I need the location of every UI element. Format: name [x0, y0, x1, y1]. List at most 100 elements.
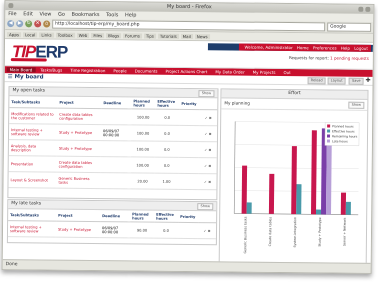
column-header[interactable]: Deadline	[101, 97, 132, 109]
column-header	[199, 98, 218, 110]
bookmark-item[interactable]: Toolbox	[55, 32, 75, 38]
stop-icon[interactable]: ✕	[34, 20, 42, 28]
bookmark-item[interactable]: Forums	[123, 32, 142, 39]
effort-chart-panel: Effort My planning Show Generic Business…	[218, 88, 369, 264]
row-actions-icon[interactable]: ✓ ✖	[198, 157, 217, 174]
reload-icon[interactable]: ↻	[25, 20, 33, 28]
request-line: Requests for report: 1 pending requests	[288, 55, 369, 61]
url-bar[interactable]: http://localhost/tip-erp/my_board.php	[52, 19, 326, 32]
back-icon[interactable]: ◀	[7, 20, 15, 28]
show-button[interactable]: Show	[198, 90, 215, 98]
table-row: Internal testing + software review Study…	[7, 220, 217, 239]
bookmark-item[interactable]: Apps	[7, 31, 21, 37]
show-button[interactable]: Show	[197, 203, 214, 211]
minimize-icon[interactable]	[358, 6, 364, 12]
row-actions-icon[interactable]: ✓ ✖	[198, 141, 217, 158]
window-title: My board - Firefox	[166, 3, 212, 11]
open-tasks-panel: My open tasks Show Task/Subtasks Project…	[7, 86, 219, 201]
tab-my-projects[interactable]: My Projects	[250, 70, 279, 75]
tab-people[interactable]: People	[110, 68, 129, 73]
row-actions-icon[interactable]: ✓ ✖	[199, 109, 218, 126]
column-header[interactable]: Project	[57, 96, 102, 109]
column-header[interactable]: Task/Subtasks	[9, 96, 58, 109]
tab-time-registration[interactable]: Time Registration	[67, 68, 108, 73]
bar	[291, 146, 297, 215]
add-widget-icon[interactable]: ✚	[366, 77, 371, 84]
tab-tasks-bugs[interactable]: Tasks/Bugs	[37, 67, 65, 72]
project-link[interactable]: Generic Business tasks	[56, 172, 101, 189]
column-header[interactable]: Priority	[179, 97, 200, 110]
bookmark-item[interactable]: News	[194, 33, 210, 39]
x-tick-label: Server + Network	[342, 217, 346, 246]
menu-view[interactable]: View	[39, 11, 51, 17]
bookmark-item[interactable]: Blogs	[106, 32, 122, 38]
task-link[interactable]: Internal testing + software review	[7, 220, 57, 238]
project-link[interactable]: Study + Prototype	[55, 221, 101, 238]
project-link[interactable]: Study + Prototype	[56, 124, 102, 141]
column-header[interactable]: Task/Subtasks	[8, 209, 57, 222]
tab-out[interactable]: Out	[280, 70, 293, 75]
planned-cell: 100.00	[130, 124, 156, 142]
legend-label: Remaining hours	[332, 134, 358, 138]
task-link[interactable]: Internal testing + software review	[8, 123, 58, 141]
chart-subtitle: My planning	[224, 100, 250, 106]
column-header	[198, 211, 217, 223]
preferences-link[interactable]: Preferences	[313, 45, 337, 50]
tab-project-actions-chart[interactable]: Project Actions Chart	[163, 69, 211, 75]
task-link[interactable]: Presentation	[8, 155, 57, 173]
search-input[interactable]: Google	[327, 22, 372, 32]
column-header[interactable]: Project	[56, 209, 101, 222]
bookmark-item[interactable]: Tips	[143, 33, 156, 39]
legend-swatch	[327, 134, 331, 138]
menu-tools[interactable]: Tools	[106, 12, 118, 18]
show-button[interactable]: Show	[348, 101, 365, 109]
home-icon[interactable]: ⌂	[43, 20, 51, 28]
menu-file[interactable]: File	[8, 11, 16, 17]
home-link[interactable]: Home	[297, 45, 309, 50]
row-actions-icon[interactable]: ✓ ✖	[197, 222, 217, 239]
tab-main-board[interactable]: Main Board	[6, 67, 36, 73]
project-link[interactable]: Study + Prototype	[56, 140, 101, 157]
bar	[315, 209, 322, 215]
column-header[interactable]: Effective hours	[154, 210, 179, 223]
bookmark-item[interactable]: Tutorials	[157, 33, 179, 39]
row-actions-icon[interactable]: ✓ ✖	[198, 173, 217, 190]
menu-bookmarks[interactable]: Bookmarks	[71, 12, 99, 18]
reload-board-button[interactable]: Reload	[307, 77, 326, 85]
column-header[interactable]: Deadline	[100, 210, 131, 222]
logo-swoosh	[10, 58, 47, 62]
bookmark-item[interactable]: Web	[76, 32, 90, 38]
column-header[interactable]: Planned hours	[130, 210, 155, 223]
bookmark-item[interactable]: Local	[22, 31, 38, 37]
menu-edit[interactable]: Edit	[23, 11, 33, 17]
effective-cell: 1.00	[154, 173, 179, 190]
menu-go[interactable]: Go	[58, 12, 65, 18]
save-button[interactable]: Save	[348, 77, 364, 85]
forward-icon[interactable]: ▶	[16, 20, 24, 28]
logout-link[interactable]: Logout	[354, 46, 368, 51]
priority-cell	[178, 173, 199, 190]
tab-documents[interactable]: Documents	[132, 68, 161, 73]
bookmark-item[interactable]: Files	[91, 32, 105, 38]
task-link[interactable]: Analysis, data description	[8, 139, 57, 157]
task-link[interactable]: Modifications related to the customer	[9, 107, 58, 125]
pending-requests-link[interactable]: 1 pending requests	[330, 55, 369, 60]
app-header: TIPERP Welcome, Administrator Home Prefe…	[4, 39, 373, 70]
column-header[interactable]: Planned hours	[131, 97, 156, 110]
help-link[interactable]: Help	[341, 46, 350, 51]
window-menu-icon[interactable]	[8, 3, 14, 9]
deadline-cell	[100, 140, 131, 157]
column-header[interactable]: Priority	[178, 210, 199, 223]
bookmark-item[interactable]: Links	[39, 31, 54, 38]
column-header[interactable]: Effective hours	[155, 97, 180, 110]
project-link[interactable]: Create data tables configuration	[57, 108, 102, 125]
close-icon[interactable]	[365, 6, 371, 12]
task-link[interactable]: Layout & Screenshot	[8, 171, 57, 189]
menu-help[interactable]: Help	[125, 12, 136, 18]
bookmark-item[interactable]: Mail	[180, 33, 193, 39]
row-actions-icon[interactable]: ✓ ✖	[198, 125, 218, 142]
tab-my-data-order[interactable]: My Data Order	[212, 69, 247, 74]
layout-button[interactable]: Layout	[327, 77, 346, 85]
project-link[interactable]: Create data tables configuration	[56, 156, 101, 173]
priority-cell	[179, 109, 200, 126]
